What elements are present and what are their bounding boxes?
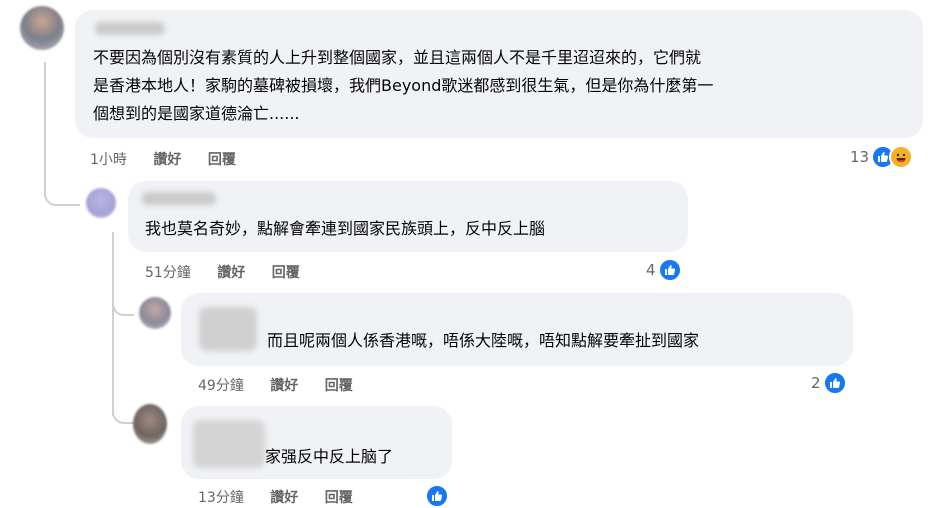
- comment-text: 家强反中反上脑了: [265, 447, 394, 466]
- comment-text: 而且呢兩個人係香港嘅，唔係大陸嘅，唔知點解要牽扯到國家: [267, 331, 700, 350]
- thread-connector: [112, 296, 134, 316]
- comment-bubble: 而且呢兩個人係香港嘅，唔係大陸嘅，唔知點解要牽扯到國家: [181, 293, 853, 366]
- commenter-name[interactable]: [193, 420, 265, 468]
- comment-actions: 1小時 讚好 回覆: [90, 149, 236, 169]
- timestamp[interactable]: 49分鐘: [198, 378, 244, 394]
- like-icon: [657, 258, 682, 282]
- reaction-summary[interactable]: 2: [811, 371, 847, 395]
- thread-line: [44, 62, 46, 196]
- like-icon: [822, 371, 847, 395]
- haha-icon: [889, 145, 914, 169]
- comment-text: 個想到的是國家道德淪亡......: [93, 104, 300, 123]
- avatar[interactable]: [139, 297, 171, 329]
- like-button[interactable]: 讚好: [270, 378, 298, 394]
- comment-text: 是香港本地人！家駒的墓碑被損壞，我們Beyond歌迷都感到很生氣，但是你為什麼第…: [93, 76, 714, 95]
- comment-text: 我也莫名奇妙，點解會牽連到國家民族頭上，反中反上腦: [145, 219, 546, 238]
- comment-text: 不要因為個別沒有素質的人上升到整個國家，並且這兩個人不是千里迢迢來的，它們就: [93, 48, 702, 67]
- timestamp[interactable]: 13分鐘: [198, 490, 244, 506]
- reply-button[interactable]: 回覆: [325, 490, 353, 506]
- like-button[interactable]: 讚好: [153, 152, 181, 168]
- reaction-summary[interactable]: [425, 484, 449, 508]
- reaction-count: 4: [646, 261, 656, 279]
- comment-bubble: 家强反中反上脑了: [181, 406, 452, 479]
- commenter-name[interactable]: [199, 307, 257, 351]
- reaction-summary[interactable]: 4: [646, 258, 682, 282]
- comment-actions: 51分鐘 讚好 回覆: [145, 262, 300, 282]
- like-button[interactable]: 讚好: [270, 490, 298, 506]
- timestamp[interactable]: 1小時: [90, 152, 127, 168]
- avatar[interactable]: [86, 188, 116, 218]
- reply-button[interactable]: 回覆: [272, 265, 300, 281]
- commenter-name[interactable]: [142, 192, 216, 205]
- reaction-count: 2: [811, 374, 821, 392]
- comment-bubble: 不要因為個別沒有素質的人上升到整個國家，並且這兩個人不是千里迢迢來的，它們就 是…: [75, 10, 923, 138]
- avatar[interactable]: [20, 6, 64, 50]
- comment-actions: 13分鐘 讚好 回覆: [198, 487, 353, 507]
- thread-connector: [112, 400, 134, 424]
- reaction-count: 13: [850, 148, 870, 166]
- thread-connector: [44, 178, 80, 206]
- like-icon: [425, 484, 449, 508]
- reaction-summary[interactable]: 13: [850, 145, 914, 169]
- timestamp[interactable]: 51分鐘: [145, 265, 191, 281]
- commenter-name[interactable]: [95, 22, 165, 35]
- comment-bubble: 我也莫名奇妙，點解會牽連到國家民族頭上，反中反上腦: [128, 181, 688, 252]
- like-button[interactable]: 讚好: [217, 265, 245, 281]
- comment-actions: 49分鐘 讚好 回覆: [198, 375, 353, 395]
- reply-button[interactable]: 回覆: [208, 152, 236, 168]
- avatar[interactable]: [133, 404, 167, 444]
- reply-button[interactable]: 回覆: [325, 378, 353, 394]
